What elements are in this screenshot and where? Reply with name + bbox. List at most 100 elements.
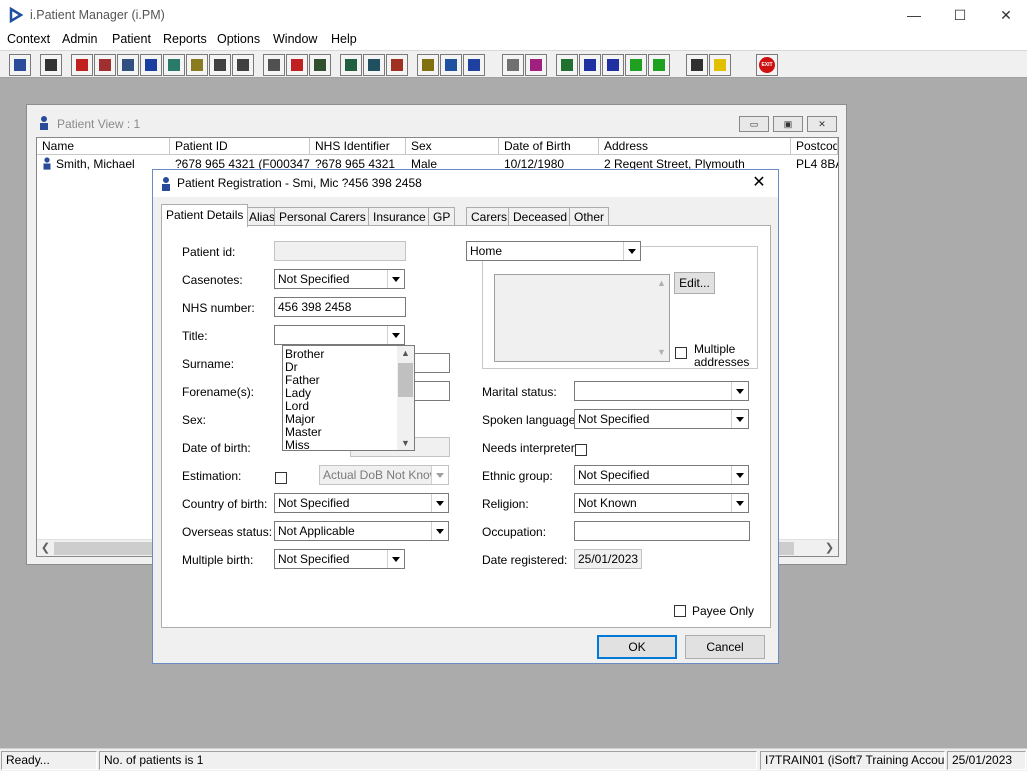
tab-other[interactable]: Other (569, 207, 610, 226)
ok-button[interactable]: OK (597, 635, 677, 659)
column-header-dob[interactable]: Date of Birth (499, 138, 599, 155)
bed2-icon[interactable] (232, 54, 254, 76)
country-of-birth-select[interactable]: Not Specified (274, 493, 449, 513)
column-header-patient-id[interactable]: Patient ID (170, 138, 310, 155)
green-arrow-icon[interactable] (648, 54, 670, 76)
maximize-button[interactable]: ☐ (938, 3, 982, 27)
column-header-postcode[interactable]: Postcode (791, 138, 838, 155)
clock-icon[interactable] (286, 54, 308, 76)
scroll-left-icon[interactable]: ❮ (37, 540, 54, 557)
needs-interpreter-checkbox[interactable] (575, 444, 587, 456)
chevron-down-icon[interactable]: ▼ (401, 438, 410, 448)
chevron-down-icon[interactable] (731, 494, 748, 512)
menu-options[interactable]: Options (217, 32, 260, 46)
target-icon[interactable] (386, 54, 408, 76)
bed-icon[interactable] (209, 54, 231, 76)
column-header-sex[interactable]: Sex (406, 138, 499, 155)
warning-icon[interactable] (709, 54, 731, 76)
ethnic-group-select[interactable]: Not Specified (574, 465, 749, 485)
bar-chart-icon[interactable] (525, 54, 547, 76)
image-icon[interactable] (117, 54, 139, 76)
tab-carers[interactable]: Carers (466, 207, 513, 226)
menu-context[interactable]: Context (7, 32, 50, 46)
cancel-button[interactable]: Cancel (685, 635, 765, 659)
chevron-down-icon[interactable] (731, 382, 748, 400)
chevron-down-icon[interactable] (431, 522, 448, 540)
casenotes-select[interactable]: Not Specified (274, 269, 405, 289)
patient-icon (40, 116, 48, 130)
menu-patient[interactable]: Patient (112, 32, 151, 46)
religion-select[interactable]: Not Known (574, 493, 749, 513)
menu-window[interactable]: Window (273, 32, 317, 46)
tab-patient-details[interactable]: Patient Details (161, 204, 249, 227)
occupation-field[interactable] (574, 521, 750, 541)
nhs-number-field[interactable]: 456 398 2458 (274, 297, 406, 317)
patient-view-close-button[interactable]: ✕ (807, 116, 837, 132)
close-button[interactable]: ✕ (984, 3, 1027, 27)
menu-admin[interactable]: Admin (62, 32, 97, 46)
check-icon[interactable] (602, 54, 624, 76)
chevron-down-icon[interactable] (431, 494, 448, 512)
list-icon[interactable] (309, 54, 331, 76)
chevron-down-icon[interactable] (431, 466, 448, 484)
chevron-down-icon[interactable] (731, 466, 748, 484)
address-type-select[interactable]: Home (466, 241, 641, 261)
chevron-down-icon[interactable] (623, 242, 640, 260)
search-icon[interactable] (263, 54, 285, 76)
edit-address-button[interactable]: Edit... (674, 272, 715, 294)
edit-icon[interactable] (94, 54, 116, 76)
checklist-icon[interactable] (579, 54, 601, 76)
chevron-down-icon[interactable] (387, 550, 404, 568)
menu-reports[interactable]: Reports (163, 32, 207, 46)
overseas-status-select[interactable]: Not Applicable (274, 521, 449, 541)
multiple-addresses-checkbox[interactable] (675, 347, 687, 359)
chevron-down-icon[interactable] (731, 410, 748, 428)
address-textbox[interactable]: ▲ ▼ (494, 274, 670, 362)
transfer-icon[interactable] (440, 54, 462, 76)
person-icon[interactable] (163, 54, 185, 76)
title-dropdown-list[interactable]: Brother Dr Father Lady Lord Major Master… (282, 345, 415, 452)
patient-find-icon[interactable] (9, 54, 31, 76)
spoken-language-select[interactable]: Not Specified (574, 409, 749, 429)
exit-button[interactable]: EXIT (756, 54, 778, 76)
minimize-button[interactable]: — (892, 3, 936, 27)
chevron-up-icon[interactable]: ▲ (401, 348, 410, 358)
estimation-checkbox[interactable] (275, 472, 287, 484)
note-icon[interactable] (186, 54, 208, 76)
title-select[interactable] (274, 325, 405, 345)
globe-icon[interactable] (556, 54, 578, 76)
swap-icon[interactable] (686, 54, 708, 76)
estimation-select[interactable]: Actual DoB Not Known (319, 465, 449, 485)
tab-deceased[interactable]: Deceased (508, 207, 573, 226)
scrollbar-thumb[interactable] (398, 363, 413, 397)
patient-view-minimize-button[interactable]: ▭ (739, 116, 769, 132)
m-icon[interactable] (140, 54, 162, 76)
page-icon[interactable] (502, 54, 524, 76)
chevron-down-icon[interactable] (387, 270, 404, 288)
ambulance-icon[interactable] (463, 54, 485, 76)
marital-status-select[interactable] (574, 381, 749, 401)
payee-only-checkbox[interactable] (674, 605, 686, 617)
document-icon[interactable] (417, 54, 439, 76)
dialog-close-button[interactable]: ✕ (746, 172, 772, 194)
tab-gp[interactable]: GP (428, 207, 456, 226)
scroll-right-icon[interactable]: ❯ (821, 540, 838, 557)
menu-help[interactable]: Help (331, 32, 357, 46)
chevron-down-icon[interactable] (387, 326, 404, 344)
chart-icon[interactable] (340, 54, 362, 76)
calendar-icon[interactable] (363, 54, 385, 76)
dropdown-scrollbar[interactable]: ▲ ▼ (397, 346, 414, 450)
patient-view-restore-button[interactable]: ▣ (773, 116, 803, 132)
column-header-nhs[interactable]: NHS Identifier (310, 138, 406, 155)
tab-personal-carers[interactable]: Personal Carers (274, 207, 371, 226)
column-header-address[interactable]: Address (599, 138, 791, 155)
tab-insurance[interactable]: Insurance (368, 207, 431, 226)
multiple-birth-select[interactable]: Not Specified (274, 549, 405, 569)
needs-interpreter-label: Needs interpreter: (482, 441, 579, 455)
green-check-icon[interactable] (625, 54, 647, 76)
column-header-name[interactable]: Name (37, 138, 170, 155)
print-icon[interactable] (40, 54, 62, 76)
overseas-status-label: Overseas status: (182, 525, 273, 539)
list-item[interactable]: Miss (285, 439, 310, 452)
book-icon[interactable] (71, 54, 93, 76)
